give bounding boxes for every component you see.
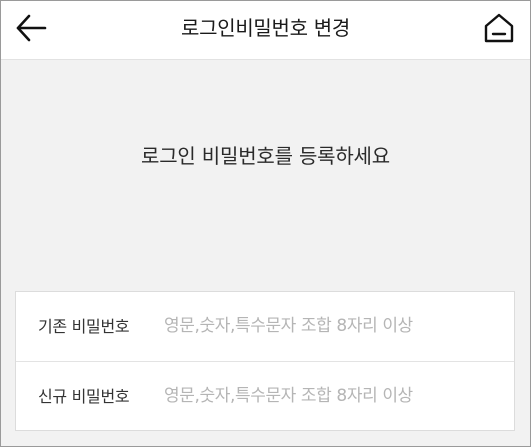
app-frame: 로그인비밀번호 변경 로그인 비밀번호를 등록하세요 기존 비밀번호 신규 비밀…	[0, 0, 531, 447]
current-password-row: 기존 비밀번호	[16, 292, 514, 362]
home-icon	[484, 13, 514, 43]
current-password-input[interactable]	[164, 309, 500, 343]
instruction-text: 로그인 비밀번호를 등록하세요	[141, 144, 390, 168]
page-title: 로그인비밀번호 변경	[181, 16, 350, 40]
new-password-label: 신규 비밀번호	[38, 387, 130, 406]
new-password-row: 신규 비밀번호	[16, 362, 514, 431]
new-password-input[interactable]	[164, 379, 500, 413]
top-header: 로그인비밀번호 변경	[1, 1, 530, 60]
password-form: 기존 비밀번호 신규 비밀번호	[15, 291, 515, 431]
current-password-label: 기존 비밀번호	[38, 317, 130, 336]
home-button[interactable]	[482, 11, 516, 45]
